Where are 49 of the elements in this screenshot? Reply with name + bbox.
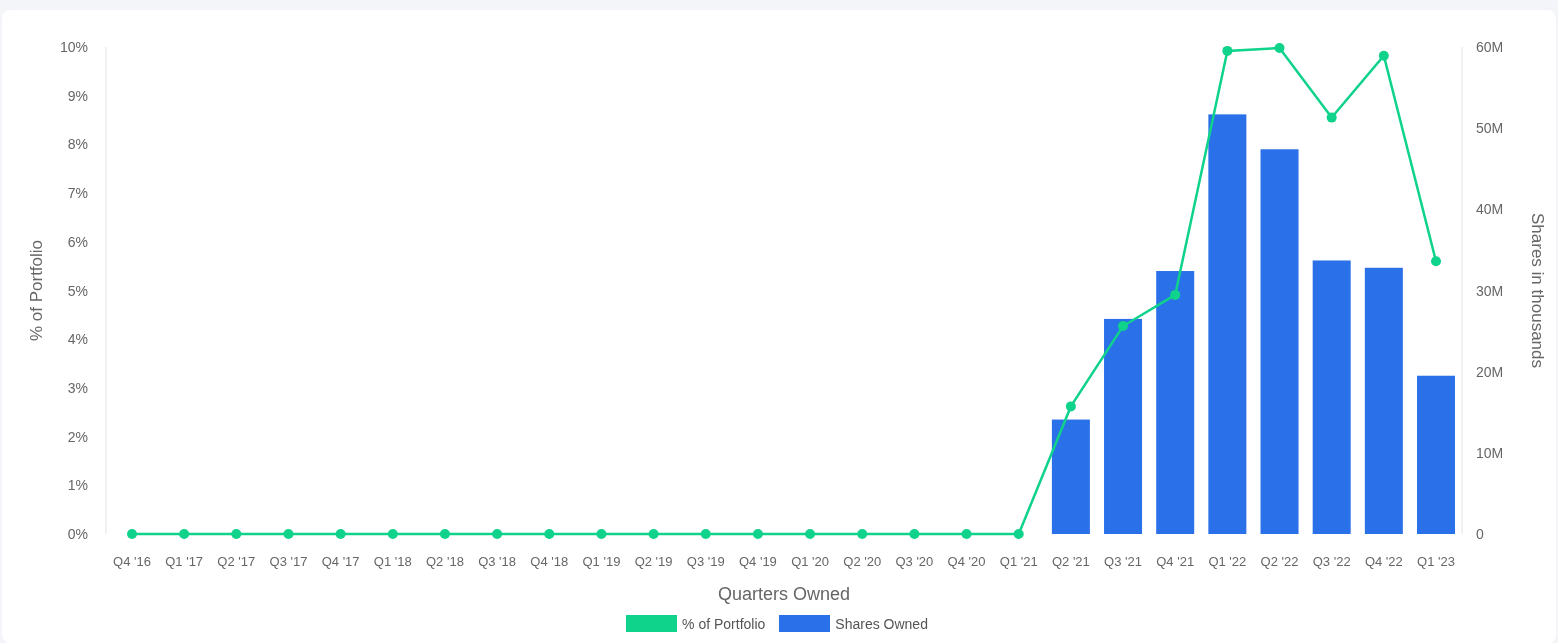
axis-tick-label: 10M (1476, 444, 1504, 461)
axis-tick-label: Q4 '20 (947, 554, 986, 569)
axis-tick-label: 0 (1476, 526, 1484, 542)
axis-tick-label: Q4 '22 (1364, 554, 1403, 569)
axis-tick-label: 8% (67, 136, 88, 153)
legend-label: % of Portfolio (682, 615, 766, 632)
axis-tick-label: Q2 '18 (426, 554, 464, 569)
axis-tick-label: Q4 '17 (321, 554, 360, 569)
axis-tick-label: 4% (67, 331, 88, 348)
axis-tick-label: Q1 '17 (165, 554, 204, 569)
axis-tick-label: Q3 '17 (269, 554, 308, 569)
axis-tick-label: 40M (1476, 201, 1504, 218)
axis-tick-label: 0% (67, 526, 88, 542)
axis-tick-label: 3% (67, 379, 88, 396)
axis-tick-label: 60M (1476, 39, 1504, 55)
axis-tick-label: Q2 '19 (634, 554, 673, 569)
legend-label: Shares Owned (835, 615, 928, 632)
axis-tick-label: Q4 '19 (738, 554, 777, 569)
axis-tick-label: Q1 '19 (582, 554, 621, 569)
axis-tick-label: Q1 '23 (1417, 554, 1455, 569)
axis-tick-label: Q1 '20 (791, 554, 830, 569)
axis-tick-label: Q1 '21 (999, 554, 1038, 569)
axis-tick-label: Q4 '18 (530, 554, 569, 569)
axis-tick-label: Q1 '18 (373, 554, 412, 569)
axis-tick-label: Q2 '22 (1260, 554, 1299, 569)
axis-tick-label: Q3 '18 (478, 554, 517, 569)
axis-tick-label: Q3 '21 (1104, 554, 1142, 569)
axis-title: Shares in thousands (1528, 213, 1547, 368)
axis-title: % of Portfolio (27, 239, 46, 342)
axis-tick-label: 30M (1476, 282, 1504, 299)
axis-title: Quarters Owned (717, 584, 851, 604)
axis-tick-label: 1% (67, 477, 88, 494)
axis-tick-label: Q3 '20 (895, 554, 934, 569)
axis-tick-label: 9% (67, 87, 88, 104)
axis-tick-label: 7% (67, 185, 88, 202)
axis-tick-label: Q2 '21 (1051, 554, 1090, 569)
axis-tick-label: Q4 '16 (113, 554, 151, 569)
axis-tick-label: Q2 '20 (843, 554, 882, 569)
axis-tick-label: 6% (67, 233, 88, 250)
axis-tick-label: Q3 '22 (1312, 554, 1351, 569)
axis-tick-label: Q3 '19 (686, 554, 725, 569)
axis-tick-label: Q4 '21 (1156, 554, 1195, 569)
axis-tick-label: 2% (67, 428, 88, 445)
axis-tick-label: Q2 '17 (217, 554, 256, 569)
axis-tick-label: 5% (67, 282, 88, 299)
axis-tick-label: 10% (59, 39, 88, 55)
axis-tick-label: Q1 '22 (1208, 554, 1247, 569)
axis-tick-label: 20M (1476, 363, 1504, 380)
axis-tick-label: 50M (1476, 120, 1504, 137)
